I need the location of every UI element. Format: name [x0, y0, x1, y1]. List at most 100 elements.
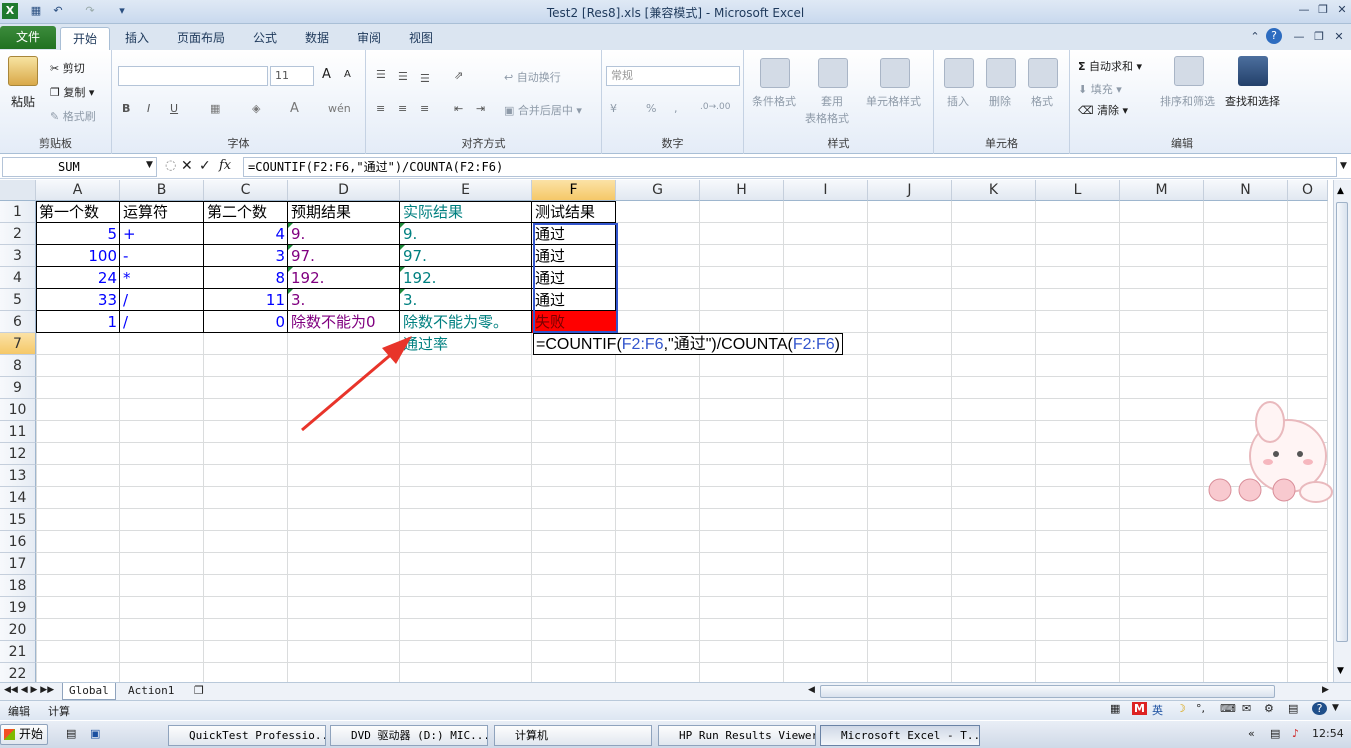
column-header-m[interactable]: M — [1120, 180, 1204, 201]
status-dropdown-icon[interactable]: ▼ — [1332, 703, 1339, 713]
insert-sheet-icon[interactable]: ❐ — [194, 684, 204, 697]
ime-help-icon[interactable]: ? — [1312, 702, 1327, 715]
doc-minimize-icon[interactable]: — — [1290, 29, 1308, 45]
keyboard-icon[interactable]: ⌨ — [1220, 702, 1236, 715]
cell-a2[interactable]: 5 — [36, 223, 120, 245]
taskbar-item-excel[interactable]: Microsoft Excel - T... — [820, 725, 980, 746]
cell-e1[interactable]: 实际结果 — [400, 201, 532, 223]
tab-review[interactable]: 审阅 — [348, 27, 390, 50]
comma-button[interactable]: , — [674, 102, 678, 115]
cell-f1[interactable]: 测试结果 — [532, 201, 616, 223]
name-box-dropdown-icon[interactable]: ▼ — [146, 160, 153, 170]
row-header-4[interactable]: 4 — [0, 267, 36, 289]
increase-decimal-icon[interactable]: .0→.00 — [700, 102, 730, 112]
row-header-16[interactable]: 16 — [0, 531, 36, 553]
row-header-21[interactable]: 21 — [0, 641, 36, 663]
sheet-tab-global[interactable]: Global — [62, 683, 116, 700]
font-color-icon[interactable]: A — [290, 101, 299, 116]
row-header-10[interactable]: 10 — [0, 399, 36, 421]
format-painter-button[interactable]: ✎ 格式刷 — [50, 108, 96, 124]
cell-e3[interactable]: 97. — [400, 245, 532, 267]
paste-icon[interactable] — [8, 56, 38, 86]
horizontal-scroll-thumb[interactable] — [820, 685, 1275, 698]
sheet-tab-action1[interactable]: Action1 — [122, 683, 180, 700]
minimize-icon[interactable]: — — [1295, 2, 1313, 18]
insert-cells-button[interactable]: 插入 — [947, 93, 969, 109]
network-icon[interactable]: ▤ — [1270, 727, 1280, 740]
align-middle-icon[interactable]: ☰ — [398, 70, 408, 83]
align-bottom-icon[interactable]: ☰ — [420, 72, 430, 85]
select-all-corner[interactable] — [0, 180, 36, 201]
vertical-scroll-thumb[interactable] — [1336, 202, 1348, 642]
cell-a6[interactable]: 1 — [36, 311, 120, 333]
row-header-20[interactable]: 20 — [0, 619, 36, 641]
row-header-3[interactable]: 3 — [0, 245, 36, 267]
skin-icon[interactable]: ✉ — [1242, 702, 1251, 715]
formula-input[interactable]: =COUNTIF(F2:F6,"通过")/COUNTA(F2:F6) — [243, 157, 1337, 177]
column-header-k[interactable]: K — [952, 180, 1036, 201]
row-header-9[interactable]: 9 — [0, 377, 36, 399]
tab-page-layout[interactable]: 页面布局 — [170, 27, 232, 50]
ime-lang-icon[interactable]: 英 — [1152, 702, 1163, 718]
column-header-g[interactable]: G — [616, 180, 700, 201]
cell-c1[interactable]: 第二个数 — [204, 201, 288, 223]
phonetic-button[interactable]: wén — [328, 102, 351, 115]
ime-m-icon[interactable]: M — [1132, 702, 1147, 715]
row-header-6[interactable]: 6 — [0, 311, 36, 333]
column-header-o[interactable]: O — [1288, 180, 1328, 201]
cell-a4[interactable]: 24 — [36, 267, 120, 289]
grow-font-button[interactable]: A — [322, 67, 331, 82]
tab-data[interactable]: 数据 — [296, 27, 338, 50]
tab-home[interactable]: 开始 — [60, 27, 110, 50]
paste-button[interactable]: 粘贴 — [11, 93, 35, 110]
column-header-h[interactable]: H — [700, 180, 784, 201]
column-header-e[interactable]: E — [400, 180, 532, 201]
cell-b1[interactable]: 运算符 — [120, 201, 204, 223]
cell-a1[interactable]: 第一个数 — [36, 201, 120, 223]
tools-icon[interactable]: ⚙ — [1264, 702, 1274, 715]
column-header-f[interactable]: F — [532, 180, 616, 201]
moon-icon[interactable]: ☽ — [1176, 702, 1186, 715]
cell-b4[interactable]: * — [120, 267, 204, 289]
cell-e4[interactable]: 192. — [400, 267, 532, 289]
row-header-12[interactable]: 12 — [0, 443, 36, 465]
cell-f5[interactable]: 通过 — [532, 289, 616, 311]
row-header-7[interactable]: 7 — [0, 333, 36, 355]
active-cell-editor[interactable]: =COUNTIF(F2:F6,"通过")/COUNTA(F2:F6) — [533, 333, 843, 355]
sort-filter-button[interactable]: 排序和筛选 — [1160, 93, 1215, 109]
conditional-format-button[interactable]: 条件格式 — [752, 93, 796, 109]
row-header-22[interactable]: 22 — [0, 663, 36, 682]
tab-file[interactable]: 文件 — [0, 26, 56, 49]
normal-view-icon[interactable]: ▦ — [1110, 702, 1120, 715]
font-size-combo[interactable]: 11 — [270, 66, 314, 86]
cell-c4[interactable]: 8 — [204, 267, 288, 289]
bold-button[interactable]: B — [122, 102, 130, 115]
cell-d1[interactable]: 预期结果 — [288, 201, 400, 223]
tab-view[interactable]: 视图 — [400, 27, 442, 50]
cell-styles-icon[interactable] — [880, 58, 910, 88]
menu-icon[interactable]: ▤ — [1288, 702, 1298, 715]
format-cells-icon[interactable] — [1028, 58, 1058, 88]
italic-button[interactable]: I — [147, 102, 150, 115]
cell-f4[interactable]: 通过 — [532, 267, 616, 289]
tray-expand-icon[interactable]: « — [1248, 727, 1255, 740]
cell-a3[interactable]: 100 — [36, 245, 120, 267]
row-header-1[interactable]: 1 — [0, 201, 36, 223]
help-icon[interactable]: ? — [1266, 28, 1282, 44]
doc-restore-icon[interactable]: ❐ — [1310, 29, 1328, 45]
cell-styles-button[interactable]: 单元格样式 — [866, 93, 921, 109]
column-header-b[interactable]: B — [120, 180, 204, 201]
shrink-font-button[interactable]: A — [344, 69, 351, 80]
cell-c6[interactable]: 0 — [204, 311, 288, 333]
align-top-icon[interactable]: ☰ — [376, 68, 386, 81]
column-header-a[interactable]: A — [36, 180, 120, 201]
sheet-nav-icons[interactable]: ◀◀ ◀ ▶ ▶▶ — [4, 685, 54, 695]
column-header-d[interactable]: D — [288, 180, 400, 201]
insert-function-button[interactable]: fx — [219, 158, 231, 173]
underline-button[interactable]: U — [170, 102, 178, 115]
cell-c5[interactable]: 11 — [204, 289, 288, 311]
row-header-14[interactable]: 14 — [0, 487, 36, 509]
cut-button[interactable]: ✂ 剪切 — [50, 60, 85, 76]
row-header-2[interactable]: 2 — [0, 223, 36, 245]
formula-bar-expand-icon[interactable]: ▼ — [1340, 161, 1347, 171]
